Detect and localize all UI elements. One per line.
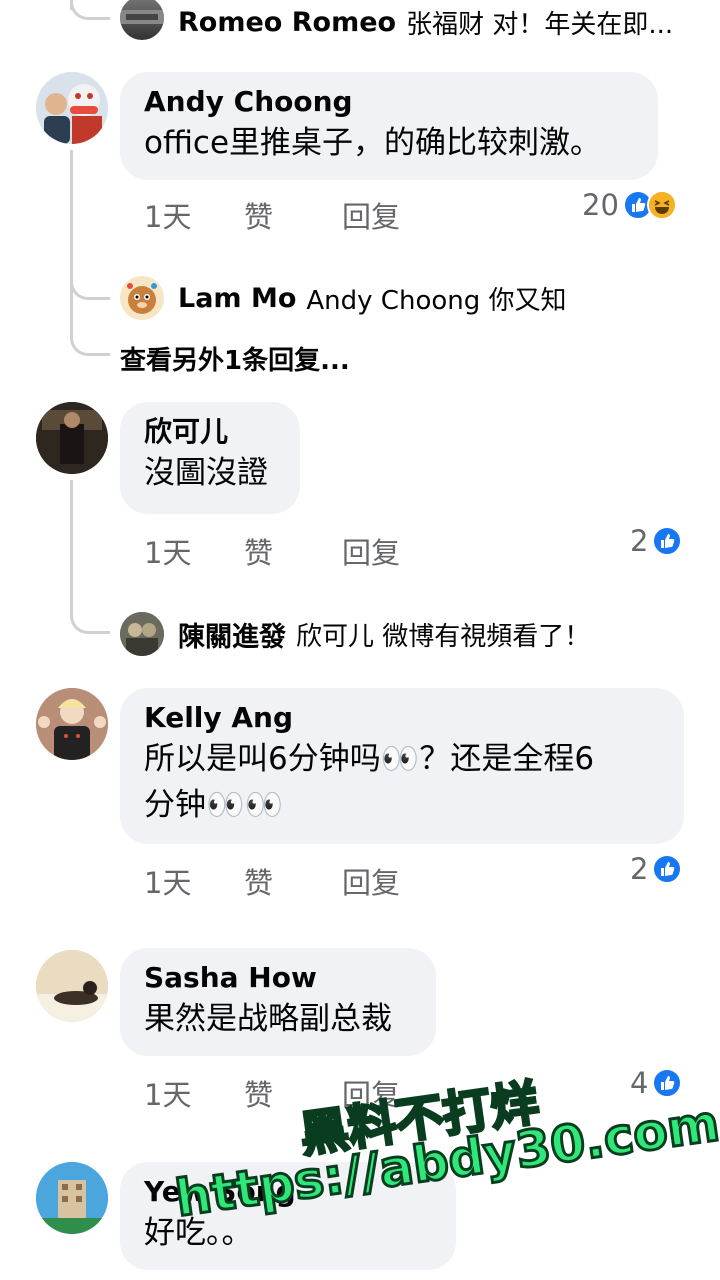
comment-bubble[interactable]: Andy Choong office里推桌子，的确比较刺激。 bbox=[120, 72, 658, 180]
comment-text: 沒圖沒證 bbox=[144, 455, 268, 491]
reply-button[interactable]: 回复 bbox=[342, 530, 400, 572]
view-more-replies-link[interactable]: 查看另外1条回复... bbox=[120, 340, 350, 377]
avatar[interactable] bbox=[120, 276, 164, 320]
reaction-count: 2 bbox=[630, 852, 649, 886]
avatar[interactable] bbox=[120, 0, 164, 40]
thread-connector bbox=[70, 300, 110, 356]
like-reaction-icon bbox=[652, 1068, 683, 1098]
comment-bubble[interactable]: Kelly Ang 所以是叫6分钟吗👀？还是全程6 分钟👀👀 bbox=[120, 688, 684, 844]
thread-line bbox=[70, 480, 73, 610]
like-reaction-icon bbox=[652, 854, 683, 884]
comment-time: 1天 bbox=[144, 200, 192, 234]
reaction-count: 2 bbox=[630, 524, 649, 558]
avatar[interactable] bbox=[36, 688, 108, 760]
reply-button[interactable]: 回复 bbox=[342, 194, 400, 236]
avatar[interactable] bbox=[36, 950, 108, 1022]
comment-actions: 1天 赞 回复 bbox=[144, 530, 400, 572]
reply-text: Andy Choong 你又知 bbox=[306, 285, 567, 316]
reaction-summary[interactable]: 2 bbox=[630, 852, 683, 886]
comment-author[interactable]: Kelly Ang bbox=[144, 700, 660, 736]
comment-author[interactable]: Sasha How bbox=[144, 960, 412, 996]
comment-text: office里推桌子，的确比较刺激。 bbox=[144, 125, 602, 161]
like-reaction-icon bbox=[652, 526, 683, 556]
reaction-summary[interactable]: 4 bbox=[630, 1066, 683, 1100]
comment-text: 果然是战略副总裁 bbox=[144, 1001, 392, 1037]
comment-author[interactable]: Andy Choong bbox=[144, 84, 634, 120]
reply-author[interactable]: 陳關進發 bbox=[178, 615, 286, 654]
avatar[interactable] bbox=[36, 72, 108, 144]
reply-chen[interactable]: 陳關進發 欣可儿 微博有視頻看了！ bbox=[120, 612, 590, 656]
reaction-count: 4 bbox=[630, 1066, 649, 1100]
reply-author[interactable]: Lam Mo bbox=[178, 283, 296, 314]
thread-connector bbox=[70, 270, 110, 300]
comment-actions: 1天 赞 回复 bbox=[144, 860, 400, 902]
avatar[interactable] bbox=[120, 612, 164, 656]
reply-text: 欣可儿 微博有視頻看了！ bbox=[296, 621, 591, 652]
reaction-count: 20 bbox=[582, 188, 619, 222]
comment-text-line: 分钟👀👀 bbox=[144, 787, 284, 823]
like-button[interactable]: 赞 bbox=[244, 530, 298, 572]
comment-text-line: 所以是叫6分钟吗👀？还是全程6 bbox=[144, 741, 595, 777]
comment-bubble[interactable]: 欣可儿 沒圖沒證 bbox=[120, 402, 300, 514]
comment-bubble[interactable]: Sasha How 果然是战略副总裁 bbox=[120, 948, 436, 1056]
like-button[interactable]: 赞 bbox=[244, 1072, 298, 1114]
like-button[interactable]: 赞 bbox=[244, 860, 298, 902]
reply-romeo[interactable]: Romeo Romeo 张福财 对！年关在即... bbox=[120, 0, 673, 44]
reaction-summary[interactable]: 2 bbox=[630, 524, 683, 558]
comment-author[interactable]: 欣可儿 bbox=[144, 414, 276, 450]
reply-author[interactable]: Romeo Romeo bbox=[178, 7, 396, 38]
comment-actions: 1天 赞 回复 bbox=[144, 194, 400, 236]
reply-lam-mo[interactable]: Lam Mo Andy Choong 你又知 bbox=[120, 276, 567, 320]
thread-connector bbox=[70, 0, 110, 20]
reply-button[interactable]: 回复 bbox=[342, 860, 400, 902]
comment-time: 1天 bbox=[144, 866, 192, 900]
avatar[interactable] bbox=[36, 402, 108, 474]
comment-time: 1天 bbox=[144, 1078, 192, 1112]
like-button[interactable]: 赞 bbox=[244, 194, 298, 236]
reaction-summary[interactable]: 20 bbox=[582, 188, 677, 222]
comment-time: 1天 bbox=[144, 536, 192, 570]
avatar[interactable] bbox=[36, 1162, 108, 1234]
thread-connector bbox=[70, 600, 110, 634]
reply-text: 张福财 对！年关在即... bbox=[406, 9, 674, 40]
haha-reaction-icon bbox=[646, 190, 677, 220]
